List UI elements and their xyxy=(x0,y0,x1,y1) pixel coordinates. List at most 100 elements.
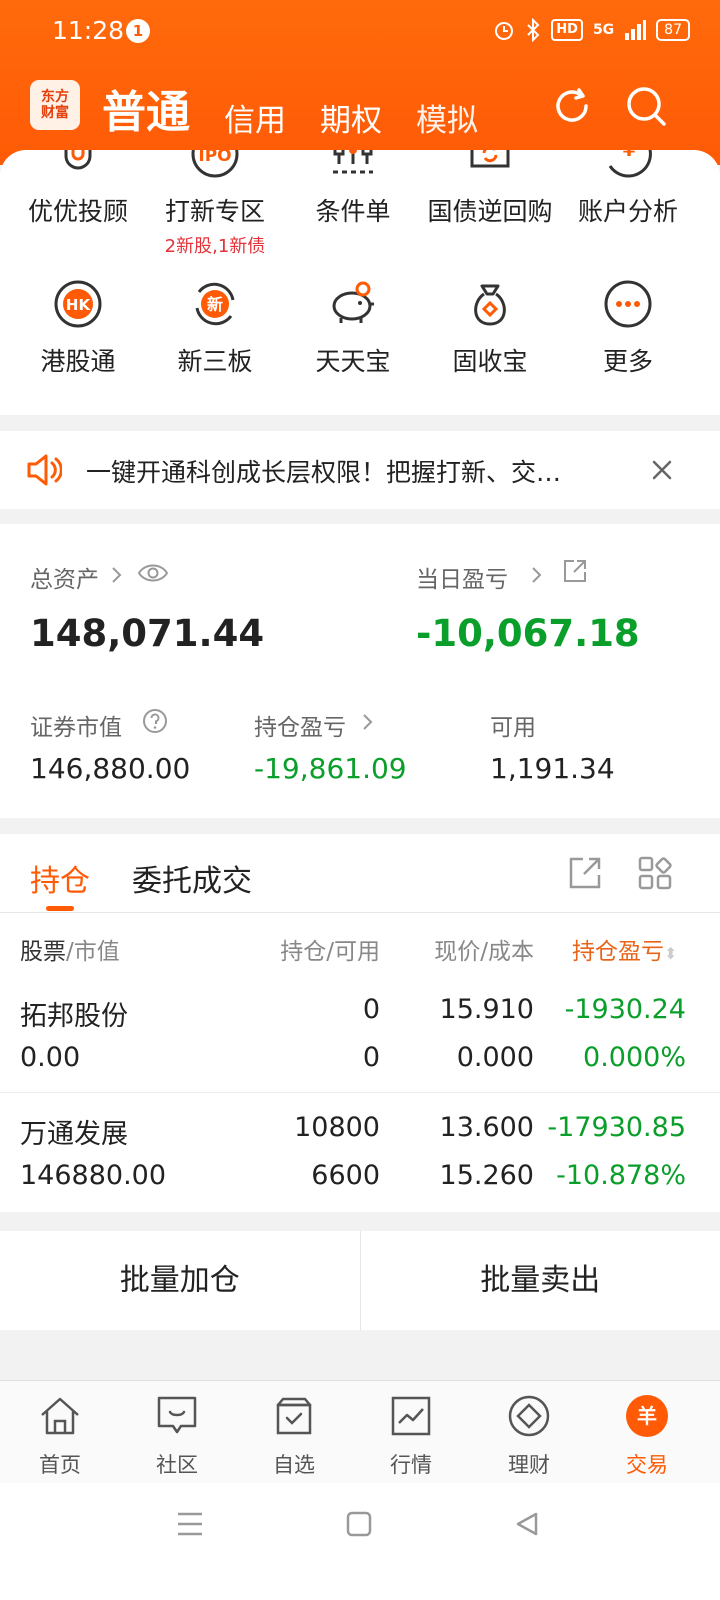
grid-item-condition-order[interactable]: 条件单 xyxy=(281,150,425,228)
svg-text:新: 新 xyxy=(207,295,223,314)
nav-watchlist[interactable]: 自选 xyxy=(234,1393,354,1479)
system-navigation-bar xyxy=(0,1483,720,1600)
trade-icon: 羊 xyxy=(626,1395,668,1437)
tab-normal[interactable]: 普通 xyxy=(102,76,190,140)
search-icon[interactable] xyxy=(624,84,668,128)
available-value: 1,191.34 xyxy=(490,752,615,785)
share-icon[interactable] xyxy=(562,558,588,584)
divider xyxy=(0,1092,720,1093)
grid-item-youyou[interactable]: 优优投顾 xyxy=(6,150,150,228)
batch-sell-button[interactable]: 批量卖出 xyxy=(361,1231,720,1330)
menu-icon[interactable] xyxy=(176,1511,204,1537)
grid-item-bond-repo[interactable]: 国债逆回购 xyxy=(418,150,562,228)
grid-item-gushoubao[interactable]: 固收宝 xyxy=(418,278,562,378)
nav-wealth[interactable]: 理财 xyxy=(469,1393,589,1479)
bluetooth-icon xyxy=(527,18,540,42)
nav-label: 理财 xyxy=(508,1453,550,1477)
asset-summary: 总资产 148,071.44 当日盈亏 -10,067.18 证券市值 146,… xyxy=(0,524,720,818)
chevron-right-icon xyxy=(363,714,373,730)
stock-position: 0 xyxy=(362,994,380,1025)
external-link-icon[interactable] xyxy=(568,856,602,890)
eye-icon[interactable] xyxy=(137,560,169,586)
grid-item-label: 优优投顾 xyxy=(27,197,128,226)
stock-available: 0 xyxy=(362,1042,380,1073)
available-label: 可用 xyxy=(490,715,536,741)
status-icons: HD 5G 87 xyxy=(493,18,690,42)
nav-label: 首页 xyxy=(39,1453,81,1477)
market-value-label: 证券市值 xyxy=(30,715,122,741)
grid-item-label: 账户分析 xyxy=(577,197,678,226)
tab-credit[interactable]: 信用 xyxy=(224,95,286,140)
status-time: 11:28 xyxy=(52,16,125,45)
header-position: 持仓/可用 xyxy=(280,939,380,965)
total-assets-label[interactable]: 总资产 xyxy=(30,560,99,594)
market-icon xyxy=(391,1396,431,1436)
nav-label: 行情 xyxy=(390,1453,432,1477)
close-icon[interactable] xyxy=(652,460,672,480)
stock-pl-pct: 0.000% xyxy=(583,1042,686,1073)
tab-simulation[interactable]: 模拟 xyxy=(416,95,478,140)
stock-available: 6600 xyxy=(311,1160,380,1191)
daily-pl-label[interactable]: 当日盈亏 xyxy=(416,560,508,594)
daily-pl-value: -10,067.18 xyxy=(416,612,640,655)
batch-add-button[interactable]: 批量加仓 xyxy=(0,1231,360,1330)
home-button-icon[interactable] xyxy=(346,1511,372,1537)
divider xyxy=(0,912,720,913)
grid-item-neeq[interactable]: 新 新三板 xyxy=(143,278,287,378)
speaker-icon xyxy=(27,454,62,486)
help-icon[interactable] xyxy=(142,708,168,734)
stock-name: 拓邦股份 xyxy=(20,1001,128,1032)
promo-banner[interactable]: 一键开通科创成长层权限！把握打新、交… xyxy=(0,431,720,509)
condition-order-icon xyxy=(333,150,373,174)
header-price: 现价/成本 xyxy=(434,939,534,965)
grid-item-tiantianbao[interactable]: 天天宝 xyxy=(281,278,425,378)
market-value: 146,880.00 xyxy=(30,752,191,785)
battery-indicator: 87 xyxy=(656,19,690,41)
stock-price: 15.910 xyxy=(439,994,534,1025)
grid-item-hk-connect[interactable]: HK 港股通 xyxy=(6,278,150,378)
grid-item-label: 港股通 xyxy=(40,347,116,376)
total-assets-value: 148,071.44 xyxy=(30,612,265,655)
bottom-navigation: 首页 社区 自选 行情 理财 羊 交易 xyxy=(0,1380,720,1483)
back-icon[interactable] xyxy=(514,1511,540,1537)
tab-orders[interactable]: 委托成交 xyxy=(132,856,252,900)
header-stock: 股票/市值 xyxy=(20,939,120,965)
grid-item-account-analysis[interactable]: ¥ 账户分析 xyxy=(556,150,700,228)
status-bar: 11:28 1 HD 5G 87 xyxy=(0,0,720,62)
nav-label: 自选 xyxy=(273,1453,315,1477)
holdings-section: 持仓 委托成交 股票/市值 持仓/可用 现价/成本 持仓盈亏⬍ 拓邦股份 0.0… xyxy=(0,834,720,1212)
stock-pl: -17930.85 xyxy=(547,1112,686,1143)
grid-item-ipo[interactable]: IPO 打新专区 2新股,1新债 xyxy=(143,150,287,258)
position-pl-value: -19,861.09 xyxy=(254,752,407,785)
nav-community[interactable]: 社区 xyxy=(117,1393,237,1479)
home-icon xyxy=(41,1397,79,1435)
stock-position: 10800 xyxy=(294,1112,380,1143)
nav-market[interactable]: 行情 xyxy=(351,1393,471,1479)
stock-name: 万通发展 xyxy=(20,1119,128,1150)
grid-item-more[interactable]: 更多 xyxy=(556,278,700,378)
tab-positions[interactable]: 持仓 xyxy=(30,856,90,900)
nav-home[interactable]: 首页 xyxy=(0,1393,120,1479)
header-pl[interactable]: 持仓盈亏⬍ xyxy=(572,932,677,966)
hk-icon: HK xyxy=(54,280,102,328)
stock-pl: -1930.24 xyxy=(564,994,686,1025)
position-pl-label[interactable]: 持仓盈亏 xyxy=(254,708,346,742)
stock-cost: 0.000 xyxy=(456,1042,534,1073)
app-logo: 东方 财富 xyxy=(30,80,80,130)
grid-item-label: 更多 xyxy=(602,347,653,376)
active-tab-indicator xyxy=(46,906,74,911)
grid-item-label: 国债逆回购 xyxy=(427,197,553,226)
clip-icon xyxy=(64,150,92,170)
tab-options[interactable]: 期权 xyxy=(320,95,382,140)
piggy-bank-icon xyxy=(332,281,374,323)
stock-pl-pct: -10.878% xyxy=(556,1160,686,1191)
svg-text:IPO: IPO xyxy=(198,150,231,166)
refresh-icon[interactable] xyxy=(550,84,594,128)
chevron-right-icon xyxy=(112,567,122,583)
grid-item-label: 天天宝 xyxy=(315,347,391,376)
stock-price: 13.600 xyxy=(439,1112,534,1143)
more-icon xyxy=(604,280,652,328)
watchlist-icon xyxy=(276,1397,312,1435)
nav-trade[interactable]: 羊 交易 xyxy=(587,1393,707,1479)
grid-layout-icon[interactable] xyxy=(638,856,672,890)
